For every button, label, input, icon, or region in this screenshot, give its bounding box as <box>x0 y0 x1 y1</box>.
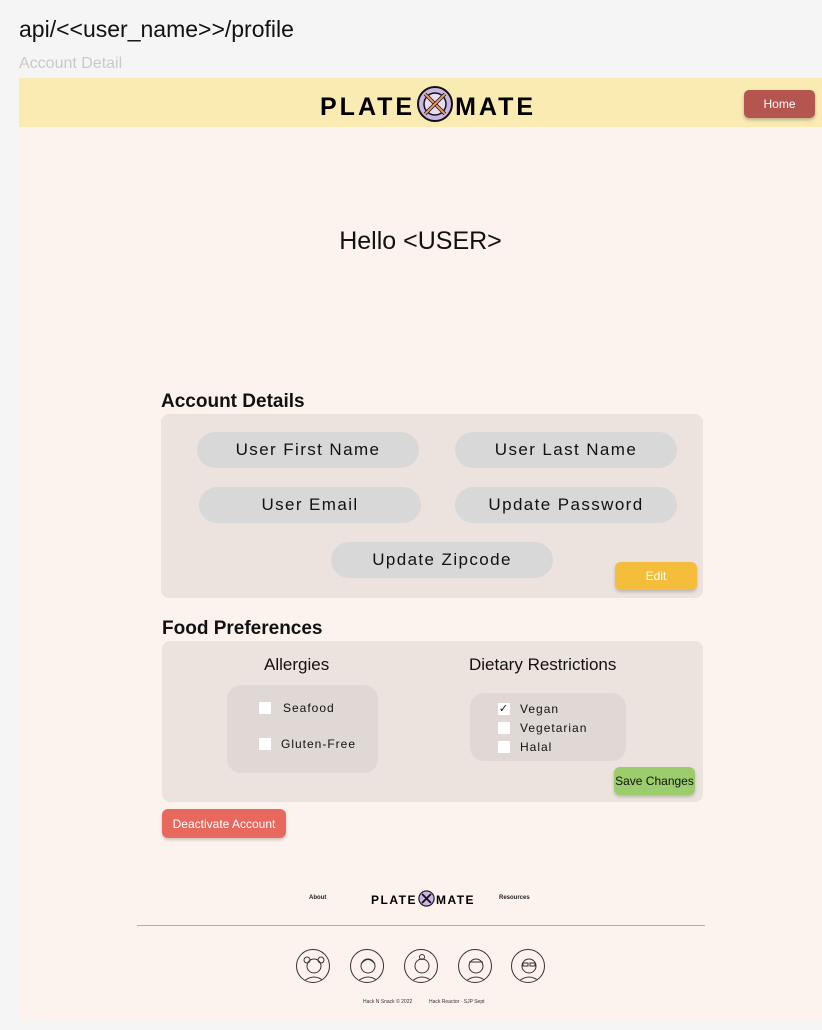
allergies-heading: Allergies <box>264 655 330 674</box>
vegan-label: Vegan <box>520 702 560 716</box>
logo-text-right: MATE <box>455 93 537 121</box>
profile-page: PLATE MATE Home Hello <USER> Account Det… <box>19 78 822 1022</box>
diet-option-vegetarian[interactable]: Vegetarian <box>498 721 587 735</box>
vegan-checkbox[interactable]: ✓ <box>498 703 510 715</box>
dietary-restrictions-heading: Dietary Restrictions <box>469 655 617 674</box>
halal-label: Halal <box>520 740 553 754</box>
team-avatar-2[interactable] <box>350 949 384 983</box>
logo-text-left: PLATE <box>320 93 416 121</box>
gluten-free-label: Gluten-Free <box>281 737 357 751</box>
allergy-option-gluten-free[interactable]: Gluten-Free <box>259 737 356 751</box>
footer-divider <box>137 925 705 926</box>
password-field[interactable]: Update Password <box>455 487 677 523</box>
email-field[interactable]: User Email <box>199 487 421 523</box>
footer-logo-text-right: MATE <box>435 893 476 907</box>
food-preferences-panel: Allergies Dietary Restrictions Seafood G… <box>162 641 703 802</box>
deactivate-account-button[interactable]: Deactivate Account <box>162 809 286 838</box>
diet-option-halal[interactable]: Halal <box>498 740 552 754</box>
team-avatar-1[interactable] <box>296 949 330 983</box>
save-changes-button[interactable]: Save Changes <box>614 767 695 795</box>
dietary-restrictions-list: ✓ Vegan Vegetarian Halal <box>470 693 626 761</box>
vegetarian-label: Vegetarian <box>520 721 588 735</box>
account-details-heading: Account Details <box>161 391 305 412</box>
footer-logo[interactable]: PLATE MATE <box>371 890 475 910</box>
vegetarian-checkbox[interactable] <box>498 722 510 734</box>
halal-checkbox[interactable] <box>498 741 510 753</box>
plate-mate-logo[interactable]: PLATE MATE <box>320 85 536 130</box>
footer-about-link[interactable]: About <box>309 895 326 901</box>
account-details-panel: User First Name User Last Name User Emai… <box>161 414 703 598</box>
edit-button[interactable]: Edit <box>615 562 697 590</box>
diet-option-vegan[interactable]: ✓ Vegan <box>498 702 559 716</box>
frame-label: Account Detail <box>19 55 123 72</box>
home-button[interactable]: Home <box>744 90 815 118</box>
last-name-field[interactable]: User Last Name <box>455 432 677 468</box>
allergy-option-seafood[interactable]: Seafood <box>259 701 335 715</box>
route-path: api/<<user_name>>/profile <box>19 16 294 42</box>
food-preferences-heading: Food Preferences <box>162 618 323 639</box>
team-avatar-5[interactable] <box>511 949 545 983</box>
greeting-heading: Hello <USER> <box>339 227 502 255</box>
footer-credit: Hack Reactor · SJP Sept <box>429 999 485 1005</box>
team-avatar-4[interactable] <box>458 949 492 983</box>
plate-fork-knife-icon <box>416 85 454 130</box>
footer-copyright: Hack N Snack © 2022 <box>363 999 413 1005</box>
seafood-checkbox[interactable] <box>259 702 271 714</box>
first-name-field[interactable]: User First Name <box>197 432 419 468</box>
footer-plate-icon <box>418 890 435 910</box>
gluten-free-checkbox[interactable] <box>259 738 271 750</box>
seafood-label: Seafood <box>283 701 335 715</box>
allergies-list: Seafood Gluten-Free <box>227 685 378 773</box>
top-nav-bar: PLATE MATE Home <box>19 78 822 127</box>
footer-logo-text-left: PLATE <box>371 893 417 907</box>
team-avatar-3[interactable] <box>404 949 438 983</box>
zipcode-field[interactable]: Update Zipcode <box>331 542 553 578</box>
footer-resources-link[interactable]: Resources <box>499 895 530 901</box>
